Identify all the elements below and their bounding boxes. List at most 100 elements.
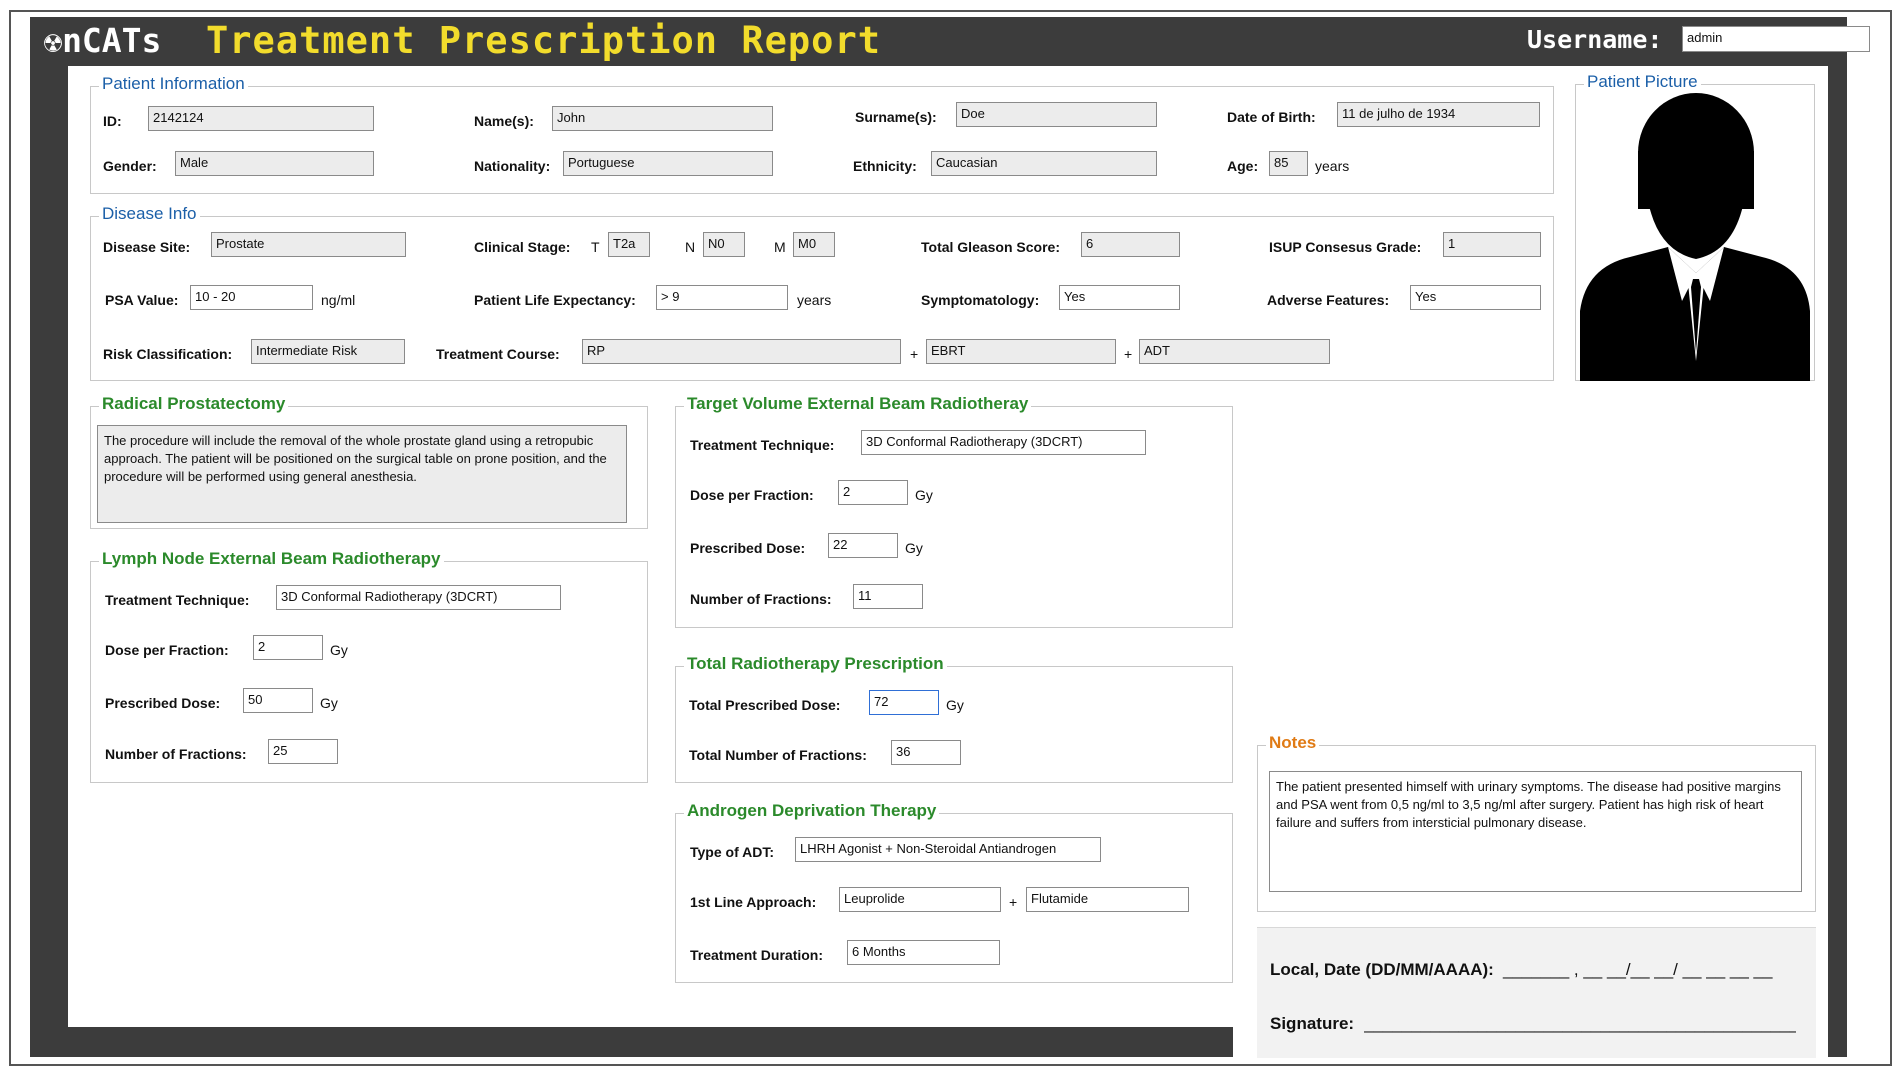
m-stage-label: M <box>774 239 786 255</box>
page-title: Treatment Prescription Report <box>206 19 882 62</box>
nationality-label: Nationality: <box>474 158 551 174</box>
procedure-description[interactable]: The procedure will include the removal o… <box>97 425 627 523</box>
lymph-fractions-label: Number of Fractions: <box>105 746 247 762</box>
psa-label: PSA Value: <box>105 292 179 308</box>
lymph-fractions-field[interactable]: 25 <box>268 739 338 764</box>
clinical-stage-label: Clinical Stage: <box>474 239 571 255</box>
psa-unit: ng/ml <box>321 292 356 308</box>
age-field[interactable]: 85 <box>1269 151 1308 176</box>
name-field[interactable]: John <box>552 106 773 131</box>
m-stage-field[interactable]: M0 <box>793 232 835 257</box>
adt-group: Androgen Deprivation Therapy Type of ADT… <box>675 801 1233 983</box>
radical-prostatectomy-group: Radical Prostatectomy The procedure will… <box>90 394 648 529</box>
lymph-dose-fraction-field[interactable]: 2 <box>253 635 323 660</box>
disease-site-label: Disease Site: <box>103 239 191 255</box>
treatment-course-field-2[interactable]: EBRT <box>926 339 1116 364</box>
total-radiotherapy-group: Total Radiotherapy Prescription Total Pr… <box>675 654 1233 783</box>
disease-info-group: Disease Info Disease Site: Prostate Clin… <box>90 204 1554 381</box>
adverse-features-label: Adverse Features: <box>1267 292 1390 308</box>
symptomatology-field[interactable]: Yes <box>1059 285 1180 310</box>
patient-picture-group: Patient Picture <box>1575 72 1815 381</box>
treatment-course-field-1[interactable]: RP <box>582 339 901 364</box>
app-logo: ☢nCATs <box>44 21 161 60</box>
n-stage-label: N <box>685 239 696 255</box>
local-date-label: Local, Date (DD/MM/AAAA): <box>1270 960 1494 979</box>
target-prescribed-dose-unit: Gy <box>905 540 923 556</box>
target-technique-label: Treatment Technique: <box>690 437 835 453</box>
psa-field[interactable]: 10 - 20 <box>190 285 313 310</box>
adt-legend: Androgen Deprivation Therapy <box>684 801 940 821</box>
lymph-node-ebrt-group: Lymph Node External Beam Radiotherapy Tr… <box>90 549 648 783</box>
target-fractions-field[interactable]: 11 <box>853 584 923 609</box>
total-dose-unit: Gy <box>946 697 964 713</box>
first-line-approach-field-2[interactable]: Flutamide <box>1026 887 1189 912</box>
name-label: Name(s): <box>474 113 534 129</box>
adt-type-label: Type of ADT: <box>690 844 774 860</box>
ethnicity-label: Ethnicity: <box>853 158 917 174</box>
plus-sign: + <box>1009 894 1018 910</box>
username-field[interactable]: admin <box>1682 26 1870 52</box>
adt-type-field[interactable]: LHRH Agonist + Non-Steroidal Antiandroge… <box>795 837 1101 862</box>
adverse-features-field[interactable]: Yes <box>1410 285 1541 310</box>
app-logo-text: nCATs <box>62 21 162 60</box>
treatment-duration-label: Treatment Duration: <box>690 947 824 963</box>
lymph-prescribed-dose-field[interactable]: 50 <box>243 688 313 713</box>
treatment-course-label: Treatment Course: <box>436 346 560 362</box>
plus-sign: + <box>1124 346 1133 362</box>
gender-label: Gender: <box>103 158 157 174</box>
first-line-approach-label: 1st Line Approach: <box>690 894 817 910</box>
target-prescribed-dose-label: Prescribed Dose: <box>690 540 806 556</box>
lymph-dose-fraction-label: Dose per Fraction: <box>105 642 229 658</box>
treatment-course-field-3[interactable]: ADT <box>1139 339 1330 364</box>
plus-sign: + <box>910 346 919 362</box>
age-label: Age: <box>1227 158 1259 174</box>
nationality-field[interactable]: Portuguese <box>563 151 773 176</box>
disease-site-field[interactable]: Prostate <box>211 232 406 257</box>
patient-information-legend: Patient Information <box>99 74 248 94</box>
gleason-field[interactable]: 6 <box>1081 232 1180 257</box>
treatment-duration-field[interactable]: 6 Months <box>847 940 1000 965</box>
person-silhouette-icon <box>1580 93 1810 381</box>
signature-line[interactable]: ________________________________________… <box>1364 1014 1796 1034</box>
lymph-prescribed-dose-label: Prescribed Dose: <box>105 695 221 711</box>
lymph-dose-fraction-unit: Gy <box>330 642 348 658</box>
surname-field[interactable]: Doe <box>956 102 1157 127</box>
first-line-approach-field-1[interactable]: Leuprolide <box>839 887 1001 912</box>
total-fractions-field[interactable]: 36 <box>891 740 961 765</box>
risk-classification-label: Risk Classification: <box>103 346 233 362</box>
isup-label: ISUP Consesus Grade: <box>1269 239 1422 255</box>
target-technique-field[interactable]: 3D Conformal Radiotherapy (3DCRT) <box>861 430 1146 455</box>
lymph-technique-label: Treatment Technique: <box>105 592 250 608</box>
risk-classification-field[interactable]: Intermediate Risk <box>251 339 405 364</box>
lymph-technique-field[interactable]: 3D Conformal Radiotherapy (3DCRT) <box>276 585 561 610</box>
dob-label: Date of Birth: <box>1227 109 1316 125</box>
patient-information-group: Patient Information ID: 2142124 Name(s):… <box>90 74 1554 194</box>
t-stage-field[interactable]: T2a <box>608 232 650 257</box>
surname-label: Surname(s): <box>855 109 937 125</box>
gleason-label: Total Gleason Score: <box>921 239 1060 255</box>
id-field[interactable]: 2142124 <box>148 106 374 131</box>
total-dose-field[interactable]: 72 <box>869 690 939 715</box>
signature-block: Local, Date (DD/MM/AAAA): _______ , __ _… <box>1257 927 1816 1058</box>
target-dose-fraction-field[interactable]: 2 <box>838 480 908 505</box>
disease-info-legend: Disease Info <box>99 204 200 224</box>
life-expectancy-field[interactable]: > 9 <box>656 285 788 310</box>
n-stage-field[interactable]: N0 <box>703 232 745 257</box>
dob-field[interactable]: 11 de julho de 1934 <box>1337 102 1540 127</box>
gender-field[interactable]: Male <box>175 151 374 176</box>
signature-label: Signature: <box>1270 1014 1355 1033</box>
isup-field[interactable]: 1 <box>1443 232 1541 257</box>
life-expectancy-unit: years <box>797 292 832 308</box>
notes-textarea[interactable]: The patient presented himself with urina… <box>1269 771 1802 892</box>
target-dose-fraction-label: Dose per Fraction: <box>690 487 814 503</box>
total-dose-label: Total Prescribed Dose: <box>689 697 841 713</box>
notes-group: Notes The patient presented himself with… <box>1257 733 1816 912</box>
id-label: ID: <box>103 113 122 129</box>
total-fractions-label: Total Number of Fractions: <box>689 747 867 763</box>
local-date-blank[interactable]: _______ , __ __/__ __/ __ __ __ __ <box>1503 960 1772 980</box>
target-prescribed-dose-field[interactable]: 22 <box>828 533 898 558</box>
notes-legend: Notes <box>1266 733 1320 753</box>
radical-prostatectomy-legend: Radical Prostatectomy <box>99 394 289 414</box>
ethnicity-field[interactable]: Caucasian <box>931 151 1157 176</box>
t-stage-label: T <box>591 239 600 255</box>
